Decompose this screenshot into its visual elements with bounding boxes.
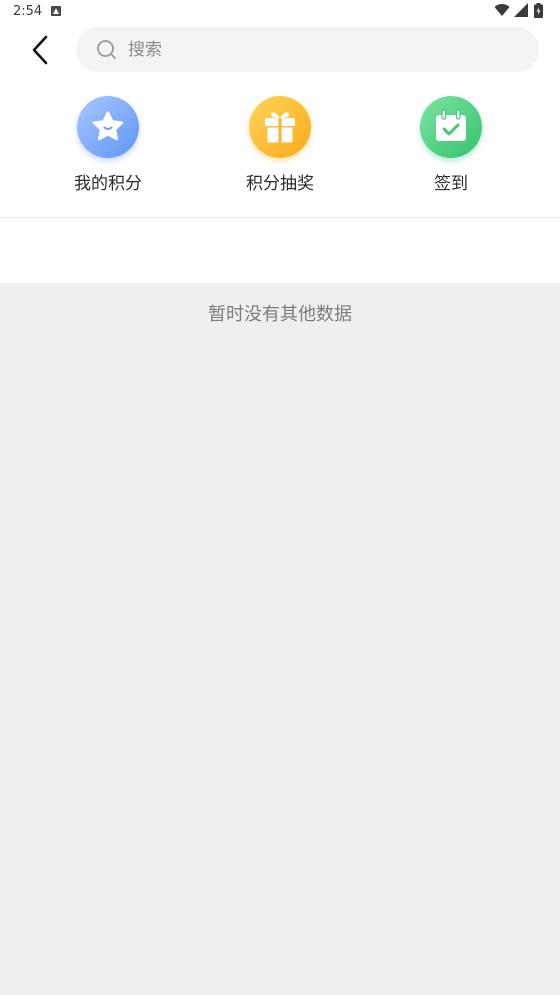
- status-bar: 2:54: [0, 0, 560, 24]
- points-lottery-entry[interactable]: 积分抽奖: [220, 96, 340, 196]
- entry-label-points-lottery: 积分抽奖: [246, 174, 314, 194]
- divider: [0, 217, 560, 218]
- calendar-check-icon: [420, 96, 482, 158]
- notification-icon: [51, 6, 61, 16]
- empty-state-message: 暂时没有其他数据: [208, 304, 352, 325]
- header-panel: 2:54 搜索 我的积分 积分抽奖 签到: [0, 0, 560, 283]
- signal-icon: [514, 3, 528, 17]
- status-time: 2:54: [13, 4, 43, 19]
- gift-icon: [249, 96, 311, 158]
- battery-icon: [534, 3, 543, 18]
- search-icon: [97, 40, 116, 59]
- search-input[interactable]: [128, 27, 523, 72]
- my-points-entry[interactable]: 我的积分: [48, 96, 168, 196]
- chevron-left-icon: [32, 35, 48, 65]
- back-button[interactable]: [20, 30, 60, 70]
- entry-label-check-in: 签到: [434, 174, 468, 194]
- wifi-icon: [494, 4, 510, 17]
- check-in-entry[interactable]: 签到: [391, 96, 511, 196]
- search-bar[interactable]: [76, 27, 539, 72]
- star-icon: [77, 96, 139, 158]
- entry-label-my-points: 我的积分: [74, 174, 142, 194]
